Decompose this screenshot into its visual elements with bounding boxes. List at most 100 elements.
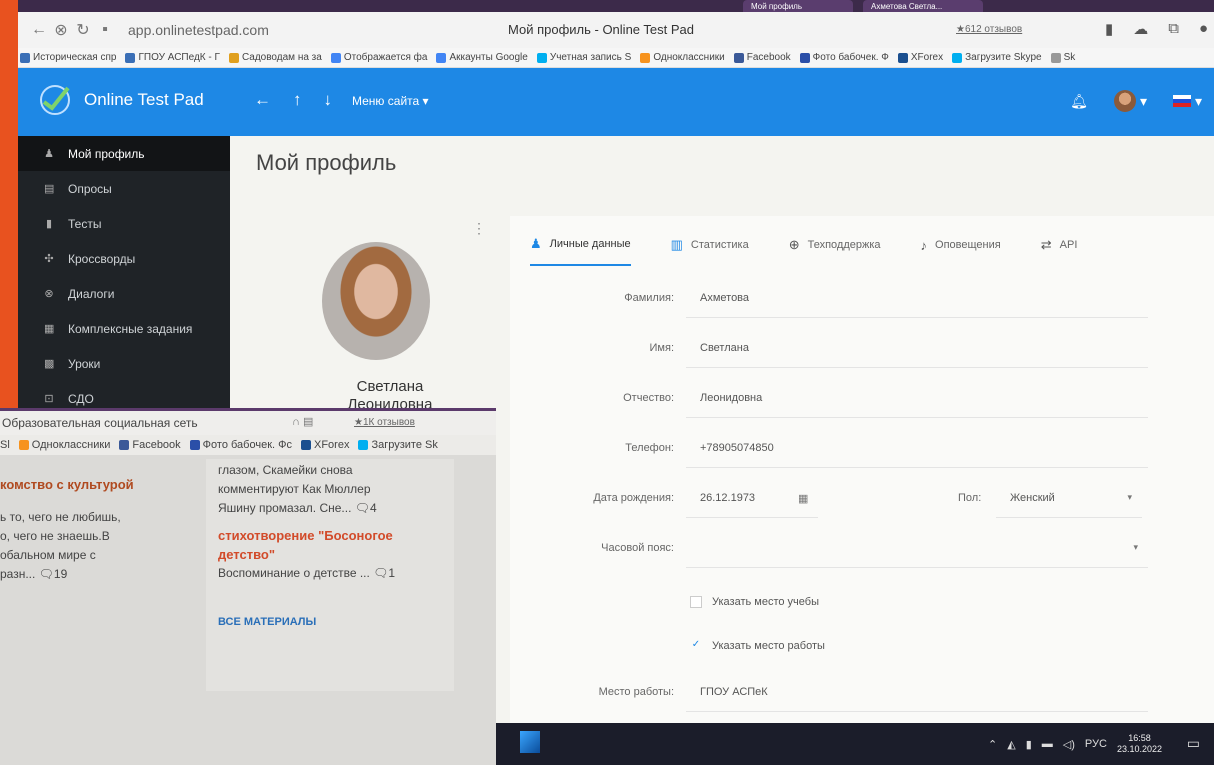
mic-icon[interactable]: ▮: [1026, 738, 1032, 751]
back-arrow-icon[interactable]: ←: [254, 90, 271, 110]
ok-icon: [18, 440, 29, 450]
bookmark-icon[interactable]: ▮: [1105, 20, 1113, 38]
sidebar-item-tests[interactable]: ▮ Тесты: [18, 206, 230, 241]
bookmark-item[interactable]: Одноклассники: [18, 439, 110, 451]
bookmark-item[interactable]: XForex: [300, 439, 349, 451]
all-materials-link[interactable]: ВСЕ МАТЕРИАЛЫ: [218, 613, 448, 632]
clock[interactable]: 16:58 23.10.2022: [1117, 733, 1162, 755]
bookmark-label: Аккаунты Google: [449, 52, 528, 63]
network-icon[interactable]: ◭: [1007, 738, 1015, 751]
tab-personal-data[interactable]: ♟ Личные данные: [530, 236, 631, 266]
work-place-checkbox[interactable]: ✓: [690, 640, 702, 652]
inset-left-heading[interactable]: комство с культурой: [0, 475, 190, 494]
caret-down-icon: ▾: [1133, 542, 1138, 552]
inset-reviews-link[interactable]: ★1К отзывов: [354, 417, 415, 428]
letter-a-icon: [228, 52, 239, 63]
shield-icon[interactable]: ⊗: [50, 20, 72, 40]
sidebar-item-polls[interactable]: ▤ Опросы: [18, 171, 230, 206]
extensions-icon[interactable]: ⧉: [1168, 20, 1179, 38]
surname-field[interactable]: Ахметова: [686, 280, 1148, 318]
brand-name[interactable]: Online Test Pad: [84, 90, 204, 110]
caret-down-icon: ▾: [1127, 492, 1132, 502]
bookmark-item[interactable]: Отображается фа: [330, 52, 427, 63]
timezone-select[interactable]: ▾: [686, 530, 1148, 568]
bookmark-item[interactable]: ГПОУ АСПедК - Г: [125, 52, 220, 63]
sidebar-item-lessons[interactable]: ▩ Уроки: [18, 346, 230, 381]
calendar-icon[interactable]: ▦: [798, 492, 808, 505]
bookmark-item[interactable]: Учетная запись S: [536, 52, 631, 63]
user-menu-button[interactable]: ▾: [1113, 90, 1147, 112]
chevron-up-icon[interactable]: ⌃: [988, 738, 997, 751]
bookmark-item[interactable]: Загрузите Sk: [358, 439, 438, 451]
browser-tab-profile[interactable]: Мой профиль: [743, 0, 853, 12]
up-arrow-icon[interactable]: ↑: [293, 90, 302, 110]
sex-select[interactable]: Женский ▾: [996, 480, 1142, 518]
back-icon[interactable]: ←: [28, 21, 50, 39]
work-place-checkbox-row[interactable]: ✓ Указать место работы: [690, 640, 825, 653]
cloud-icon[interactable]: ☁: [1133, 20, 1148, 38]
bookmark-label: Facebook: [746, 52, 791, 63]
bookmark-item[interactable]: Facebook: [733, 52, 791, 63]
sidebar-item-label: Тесты: [68, 216, 102, 231]
tab-support[interactable]: ⊕ Техподдержка: [789, 236, 881, 266]
app-header: Online Test Pad ← ↑ ↓ Меню сайта ▾ 🔔︎ ▾ …: [18, 68, 1214, 136]
inset-bookmarks-bar: Sl Одноклассники Facebook Фото бабочек. …: [0, 435, 496, 455]
headphones-icon[interactable]: ∩ ▤: [292, 415, 313, 428]
notifications-icon[interactable]: ▭: [1187, 735, 1200, 752]
profile-photo[interactable]: [322, 242, 430, 360]
inset-title-bar: Образовательная социальная сеть ∩ ▤ ★1К …: [0, 411, 496, 435]
bookmark-item[interactable]: Фото бабочек. Фс: [189, 439, 292, 451]
battery-icon[interactable]: ▬: [1042, 738, 1053, 750]
bookmark-item[interactable]: Садоводам на за: [228, 52, 322, 63]
bookmark-item[interactable]: Facebook: [119, 439, 181, 451]
sidebar-item-crosswords[interactable]: ✣ Кроссворды: [18, 241, 230, 276]
sex-value: Женский: [1010, 492, 1055, 504]
tab-notifications[interactable]: ♪ Оповещения: [921, 236, 1001, 266]
workplace-field[interactable]: ГПОУ АСПеК: [686, 674, 1148, 712]
chevron-down-icon: ▾: [1139, 92, 1147, 109]
russian-flag-icon: [1172, 95, 1191, 107]
browser-tab-akhmetova[interactable]: Ахметова Светла...: [863, 0, 983, 12]
name-field[interactable]: Светлана: [686, 330, 1148, 368]
bookmark-item[interactable]: Загрузите Skype: [952, 52, 1042, 63]
study-place-checkbox-row[interactable]: Указать место учебы: [690, 596, 819, 608]
tab-api[interactable]: ⇄ API: [1041, 236, 1078, 266]
bookmark-item[interactable]: Историческая спр: [20, 52, 116, 63]
bookmark-item[interactable]: Фото бабочек. Ф: [799, 52, 889, 63]
volume-icon[interactable]: ◁): [1063, 738, 1075, 751]
sidebar-item-dialogs[interactable]: ⊗ Диалоги: [18, 276, 230, 311]
logo-icon[interactable]: [36, 82, 74, 118]
bell-icon[interactable]: 🔔︎: [1070, 93, 1088, 110]
tab-label: Статистика: [690, 239, 749, 251]
bookmark-item[interactable]: Sl: [0, 439, 10, 451]
bookmark-item[interactable]: XForex: [897, 52, 943, 63]
language-indicator[interactable]: РУС: [1085, 738, 1107, 750]
bookmark-label: Одноклассники: [653, 52, 725, 63]
inset-poem-snippet: Воспоминание о детстве ... 🗨1: [218, 566, 396, 580]
app-tile-icon[interactable]: [520, 731, 540, 753]
reload-icon[interactable]: ↻: [72, 20, 94, 40]
bookmark-item[interactable]: Одноклассники: [640, 52, 725, 63]
patronymic-field[interactable]: Леонидовна: [686, 380, 1148, 418]
bookmark-item[interactable]: Аккаунты Google: [436, 52, 528, 63]
down-arrow-icon[interactable]: ↓: [324, 90, 333, 110]
language-menu-button[interactable]: ▾: [1172, 92, 1202, 110]
url-field[interactable]: app.onlinetestpad.com: [128, 22, 269, 38]
tab-label: API: [1059, 239, 1078, 251]
inset-right-line: глазом, Скамейки снова: [218, 463, 353, 477]
chevron-down-icon: ▾: [1194, 92, 1202, 109]
study-place-checkbox[interactable]: [690, 596, 702, 608]
sidebar-item-my-profile[interactable]: ♟ Мой профиль: [18, 136, 230, 171]
site-menu-button[interactable]: Меню сайта ▾: [352, 94, 429, 108]
bookmark-item[interactable]: Sk: [1050, 52, 1075, 63]
inset-poem-link[interactable]: стихотворение "Босоногое детство": [218, 526, 448, 564]
sidebar-item-complex-tasks[interactable]: ▦ Комплексные задания: [18, 311, 230, 346]
profile-icon[interactable]: ●: [1199, 20, 1208, 38]
tab-statistics[interactable]: ▥ Статистика: [671, 236, 749, 266]
reviews-link[interactable]: ★612 отзывов: [956, 24, 1022, 35]
phone-field[interactable]: +78905074850: [686, 430, 1148, 468]
more-options-icon[interactable]: ⋮: [472, 220, 486, 237]
birthdate-row: Дата рождения: 26.12.1973 ▦ Пол: Женский…: [510, 480, 1210, 520]
